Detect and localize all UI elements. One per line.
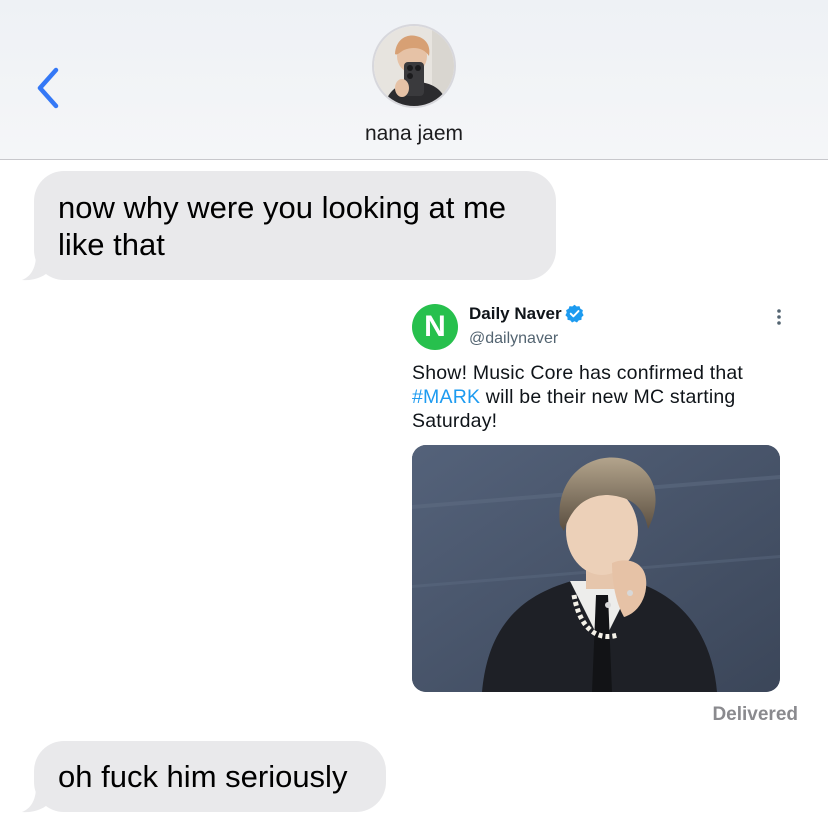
conversation-header: nana jaem (0, 0, 828, 160)
tweet-photo[interactable] (412, 445, 780, 692)
more-options-icon[interactable] (772, 306, 786, 328)
delivered-status: Delivered (712, 704, 798, 725)
hashtag-link[interactable]: #MARK (412, 386, 480, 408)
contact-name[interactable]: nana jaem (0, 122, 828, 146)
message-text: now why were you looking at me like that (58, 190, 507, 262)
logo-letter: N (424, 310, 446, 343)
tweet-author-name[interactable]: Daily Naver (469, 304, 562, 324)
tweet-handle[interactable]: @dailynaver (469, 330, 558, 348)
contact-avatar[interactable] (372, 24, 456, 108)
tweet-card[interactable]: N Daily Naver @dailynaver Show! Music Co… (410, 300, 795, 695)
message-bubble-incoming[interactable]: now why were you looking at me like that (34, 171, 556, 280)
tweet-text: Show! Music Core has confirmed that #MAR… (412, 361, 792, 433)
avatar-photo (374, 26, 454, 106)
verified-badge-icon (565, 304, 584, 323)
naver-logo-avatar[interactable]: N (412, 304, 458, 350)
message-text: oh fuck him seriously (58, 759, 348, 794)
back-button[interactable] (30, 64, 66, 112)
message-bubble-incoming[interactable]: oh fuck him seriously (34, 741, 386, 812)
tweet-text-before: Show! Music Core has confirmed that (412, 362, 744, 384)
photo-of-person-in-suit (412, 445, 780, 692)
chevron-left-icon (37, 67, 59, 109)
